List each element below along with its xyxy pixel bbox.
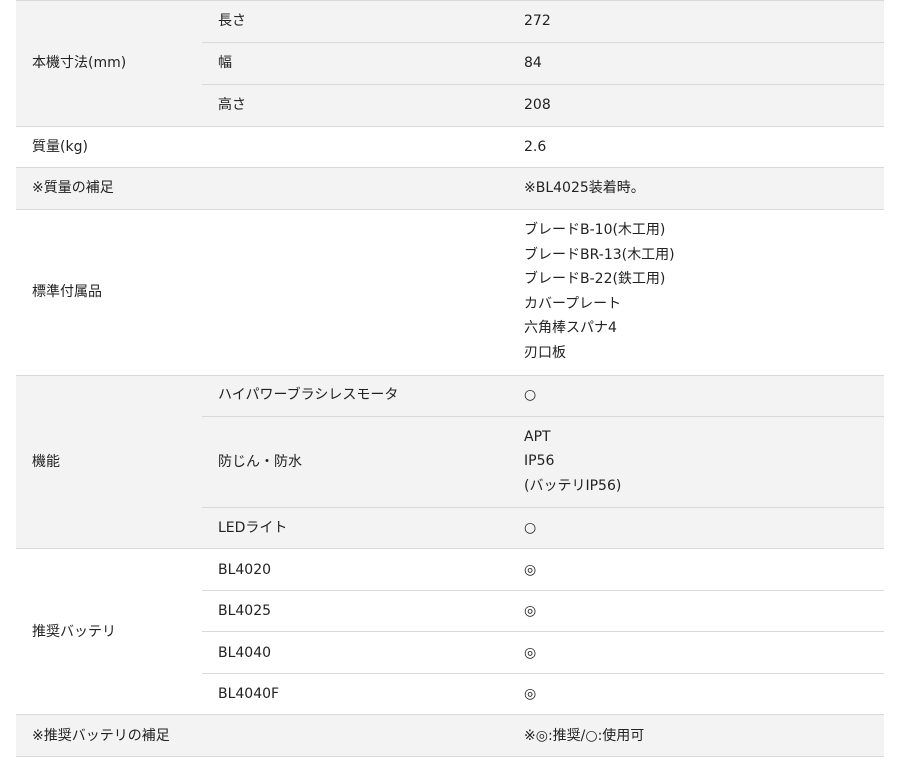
battery-name: BL4025: [202, 590, 508, 633]
accessory-item: カバープレート: [524, 295, 622, 312]
protection-label: 防じん・防水: [202, 415, 508, 509]
batteries-label: 推奨バッテリ: [16, 548, 202, 716]
battery-note-sub-empty: [202, 714, 508, 758]
height-label: 高さ: [202, 84, 508, 127]
recommended-mark: ◎: [524, 561, 537, 578]
accessories-sub-empty: [202, 209, 508, 376]
length-value: 272: [508, 0, 884, 43]
accessories-label: 標準付属品: [16, 209, 202, 376]
length-label: 長さ: [202, 0, 508, 43]
table-row: 本機寸法(mm) 長さ 272: [16, 0, 884, 127]
protection-item: IP56: [524, 453, 555, 470]
led-value: ○: [508, 507, 884, 550]
table-row: ※推奨バッテリの補足 ※◎:推奨/○:使用可: [16, 714, 884, 758]
features-label: 機能: [16, 374, 202, 550]
height-value: 208: [508, 84, 884, 127]
accessory-item: ブレードB-22(鉄工用): [524, 271, 666, 288]
accessory-item: 刃口板: [524, 344, 566, 361]
recommended-mark: ◎: [524, 603, 537, 620]
table-row: 標準付属品 ブレードB-10(木工用) ブレードBR-13(木工用) ブレードB…: [16, 209, 884, 376]
table-row: 機能 ハイパワーブラシレスモータ ○: [16, 374, 884, 550]
mass-value: 2.6: [508, 126, 884, 168]
battery-note-label: ※推奨バッテリの補足: [16, 714, 202, 758]
protection-item: (バッテリIP56): [524, 477, 622, 494]
battery-name: BL4020: [202, 548, 508, 592]
battery-note-value: ※◎:推奨/○:使用可: [508, 714, 884, 758]
battery-name: BL4040F: [202, 673, 508, 716]
battery-mark: ◎: [508, 590, 884, 633]
accessory-item: 六角棒スパナ4: [524, 320, 617, 337]
accessories-list: ブレードB-10(木工用) ブレードBR-13(木工用) ブレードB-22(鉄工…: [508, 209, 884, 376]
supported-mark: ○: [524, 520, 537, 537]
spec-table: 本機寸法(mm) 長さ 272 幅 84 高さ 208 質量(kg) 2.6 ※…: [16, 0, 884, 758]
motor-label: ハイパワーブラシレスモータ: [202, 374, 508, 417]
width-label: 幅: [202, 42, 508, 85]
table-row: 質量(kg) 2.6: [16, 126, 884, 168]
table-row: 推奨バッテリ BL4020 ◎: [16, 548, 884, 716]
width-value: 84: [508, 42, 884, 85]
mass-label: 質量(kg): [16, 126, 202, 168]
mass-note-sub-empty: [202, 167, 508, 210]
battery-name: BL4040: [202, 631, 508, 675]
mass-sub-empty: [202, 126, 508, 168]
dimensions-label: 本機寸法(mm): [16, 0, 202, 127]
motor-value: ○: [508, 374, 884, 417]
battery-mark: ◎: [508, 548, 884, 592]
battery-mark: ◎: [508, 631, 884, 675]
mass-note-label: ※質量の補足: [16, 167, 202, 210]
table-row: ※質量の補足 ※BL4025装着時。: [16, 167, 884, 210]
led-label: LEDライト: [202, 507, 508, 550]
accessory-item: ブレードBR-13(木工用): [524, 246, 675, 263]
battery-mark: ◎: [508, 673, 884, 716]
protection-values: APT IP56 (バッテリIP56): [508, 415, 884, 509]
accessory-item: ブレードB-10(木工用): [524, 222, 666, 238]
protection-item: APT: [524, 428, 551, 445]
supported-mark: ○: [524, 387, 537, 404]
recommended-mark: ◎: [524, 644, 537, 661]
recommended-mark: ◎: [524, 686, 537, 703]
mass-note-value: ※BL4025装着時。: [508, 167, 884, 210]
